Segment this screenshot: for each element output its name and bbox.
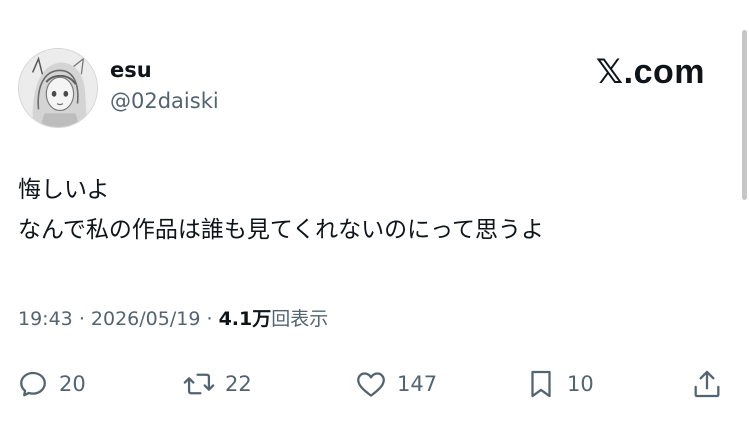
views-count[interactable]: 4.1万 [219,308,272,330]
x-com-logo: 𝕏.com [596,52,705,92]
tweet-card: esu @02daiski 𝕏.com 悔しいよ なんで私の作品は誰も見てくれな… [0,0,749,421]
tweet-time[interactable]: 19:43 [18,308,73,330]
views-label: 回表示 [271,308,329,330]
brand-domain: .com [623,53,705,91]
reply-button[interactable]: 20 [16,362,86,406]
meta-separator: · [206,308,213,330]
share-button[interactable] [690,362,724,406]
share-icon [694,370,720,398]
repost-icon [183,373,215,395]
display-name[interactable]: esu [110,58,152,82]
bookmark-button[interactable]: 10 [524,362,594,406]
tweet-text-line: 悔しいよ [18,177,110,203]
like-button[interactable]: 147 [354,362,437,406]
x-logo-icon: 𝕏 [595,53,624,91]
bookmark-icon [531,370,551,398]
scrollbar[interactable] [742,30,747,200]
action-bar: 20 22 147 10 [0,362,749,406]
avatar-illustration-icon [19,49,97,127]
reply-icon [20,371,46,397]
heart-icon [357,372,385,397]
repost-button[interactable]: 22 [182,362,252,406]
user-handle[interactable]: @02daiski [110,89,219,113]
meta-separator: · [78,308,85,330]
avatar[interactable] [18,48,98,128]
like-count: 147 [397,372,438,396]
tweet-date[interactable]: 2026/05/19 [91,308,201,330]
tweet-meta: 19:43 · 2026/05/19 · 4.1万回表示 [18,306,328,332]
repost-count: 22 [225,372,252,396]
tweet-text: 悔しいよ なんで私の作品は誰も見てくれないのにって思うよ [18,170,718,250]
tweet-text-line: なんで私の作品は誰も見てくれないのにって思うよ [18,217,545,243]
bookmark-count: 10 [567,372,594,396]
reply-count: 20 [59,372,86,396]
